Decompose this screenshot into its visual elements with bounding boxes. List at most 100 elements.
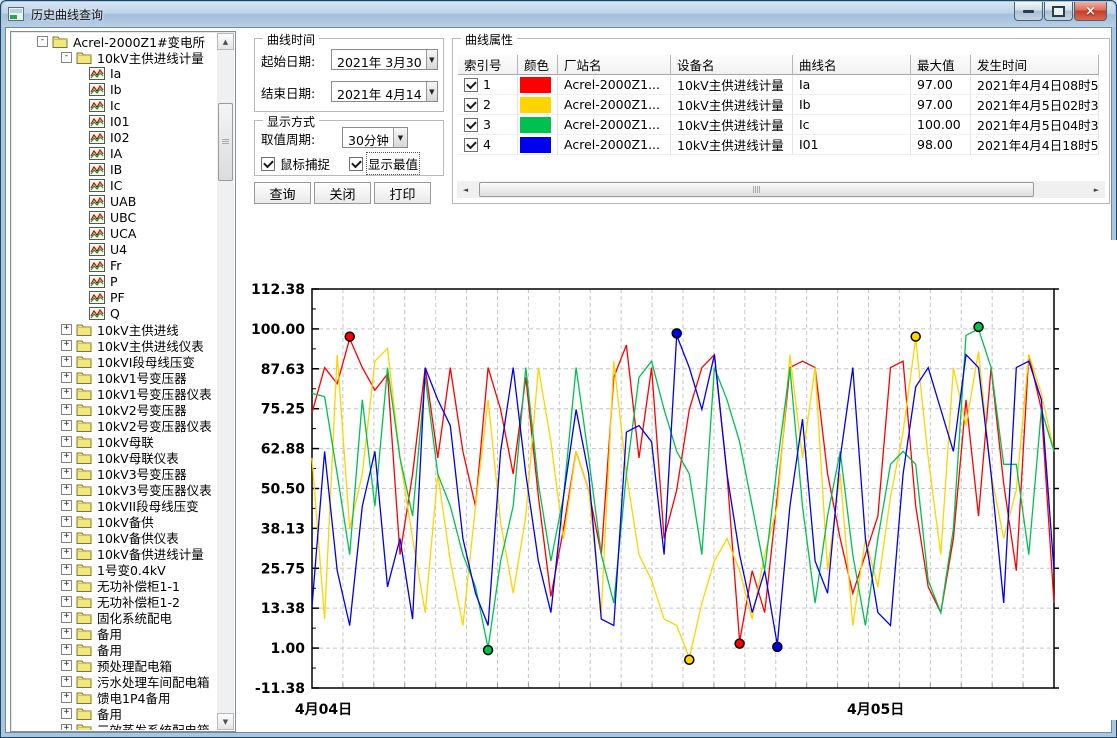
tree-item[interactable]: Fr (12, 257, 217, 273)
expand-icon[interactable]: + (61, 436, 72, 447)
column-header[interactable]: 发生时间 (971, 55, 1099, 75)
minimize-button[interactable] (1014, 2, 1043, 21)
tree-item-label: P (110, 274, 118, 289)
expand-icon[interactable]: + (61, 404, 72, 415)
tree-item[interactable]: I01 (12, 113, 217, 129)
tree-item[interactable]: I02 (12, 129, 217, 145)
min-marker-I01 (773, 642, 782, 651)
expand-icon[interactable]: + (61, 516, 72, 527)
scroll-left-button[interactable]: ◄ (457, 181, 474, 198)
tree-item[interactable]: -10kV主供进线计量 (12, 49, 217, 65)
scroll-right-button[interactable]: ► (1088, 181, 1105, 198)
table-row[interactable]: 1Acrel-2000Z1...10kV主供进线计量Ia97.002021年4月… (458, 75, 1099, 95)
tree-item[interactable]: Ib (12, 81, 217, 97)
end-date-dropdown-button[interactable]: ▼ (426, 82, 437, 101)
tree-item[interactable]: UAB (12, 193, 217, 209)
expand-icon[interactable]: + (61, 532, 72, 543)
tree-item[interactable]: UBC (12, 209, 217, 225)
table-row[interactable]: 3Acrel-2000Z1...10kV主供进线计量Ic100.002021年4… (458, 115, 1099, 135)
expand-icon[interactable]: + (61, 644, 72, 655)
folder-icon (76, 563, 92, 576)
restore-button[interactable] (1044, 2, 1073, 21)
scroll-up-button[interactable]: ▲ (217, 33, 234, 50)
max-value: 97.00 (911, 95, 971, 115)
max-value: 97.00 (911, 75, 971, 95)
titlebar[interactable]: 历史曲线查询 × (2, 2, 1115, 27)
expand-icon[interactable]: + (61, 660, 72, 671)
start-date-select[interactable]: 2021年 3月30 ▼ (331, 49, 438, 70)
print-button[interactable]: 打印 (374, 182, 431, 204)
curve-icon (89, 291, 105, 304)
curve-visible-checkbox[interactable] (464, 118, 478, 132)
expand-icon[interactable]: + (61, 596, 72, 607)
max-marker-I01 (672, 329, 681, 338)
occurrence-time: 2021年4月4日08时51 (971, 75, 1099, 95)
collapse-icon[interactable]: - (37, 36, 48, 47)
query-button[interactable]: 查询 (254, 182, 311, 204)
expand-icon[interactable]: + (61, 340, 72, 351)
curve-visible-checkbox[interactable] (464, 138, 478, 152)
expand-icon[interactable]: + (61, 564, 72, 575)
scroll-down-button[interactable]: ▼ (217, 713, 234, 730)
tree-item-label: UAB (110, 194, 136, 209)
expand-icon[interactable]: + (61, 356, 72, 367)
expand-icon[interactable]: + (61, 692, 72, 703)
tree-item-label: I01 (110, 114, 130, 129)
table-scrollbar-thumb[interactable] (479, 182, 1034, 197)
tree-item[interactable]: Ic (12, 97, 217, 113)
tree-item[interactable]: UCA (12, 225, 217, 241)
curve-icon (89, 243, 105, 256)
curve-table-body: 1Acrel-2000Z1...10kV主供进线计量Ia97.002021年4月… (458, 75, 1099, 155)
column-header[interactable]: 索引号 (458, 55, 518, 75)
column-header[interactable]: 最大值 (911, 55, 971, 75)
tree-item[interactable]: PF (12, 289, 217, 305)
collapse-icon[interactable]: - (61, 52, 72, 63)
curve-visible-checkbox[interactable] (464, 78, 478, 92)
period-dropdown-button[interactable]: ▼ (393, 128, 407, 147)
table-horizontal-scrollbar[interactable]: ◄ ► (457, 181, 1105, 198)
expand-icon[interactable]: + (61, 676, 72, 687)
tree-vertical-scrollbar[interactable]: ▲ ▼ (217, 33, 234, 730)
expand-icon[interactable]: + (61, 580, 72, 591)
chart-canvas[interactable]: 112.38100.0087.6375.2562.8850.5038.1325.… (242, 240, 1117, 720)
period-select[interactable]: 30分钟 ▼ (342, 127, 408, 148)
curve-visible-checkbox[interactable] (464, 98, 478, 112)
mouse-capture-checkbox[interactable] (261, 157, 275, 171)
start-date-dropdown-button[interactable]: ▼ (426, 50, 437, 69)
expand-icon[interactable]: + (61, 468, 72, 479)
tree-item[interactable]: IA (12, 145, 217, 161)
expand-icon[interactable]: + (61, 724, 72, 731)
expand-icon[interactable]: + (61, 612, 72, 623)
device-tree-panel: -Acrel-2000Z1#变电所-10kV主供进线计量IaIbIcI01I02… (10, 31, 236, 732)
expand-icon[interactable]: + (61, 500, 72, 511)
column-header[interactable]: 曲线名 (793, 55, 911, 75)
column-header[interactable]: 颜色 (518, 55, 558, 75)
close-button[interactable]: × (1074, 2, 1107, 21)
device-tree[interactable]: -Acrel-2000Z1#变电所-10kV主供进线计量IaIbIcI01I02… (12, 33, 217, 730)
table-row[interactable]: 2Acrel-2000Z1...10kV主供进线计量Ib97.002021年4月… (458, 95, 1099, 115)
column-header[interactable]: 设备名 (671, 55, 793, 75)
expand-icon[interactable]: + (61, 628, 72, 639)
tree-item[interactable]: P (12, 273, 217, 289)
column-header[interactable]: 厂站名 (558, 55, 671, 75)
table-row[interactable]: 4Acrel-2000Z1...10kV主供进线计量I0198.002021年4… (458, 135, 1099, 155)
tree-item[interactable]: IB (12, 161, 217, 177)
tree-item[interactable]: +三效蒸发系统配电箱 (12, 721, 217, 730)
tree-item[interactable]: IC (12, 177, 217, 193)
expand-icon[interactable]: + (61, 324, 72, 335)
tree-item[interactable]: U4 (12, 241, 217, 257)
folder-icon (76, 691, 92, 704)
end-date-select[interactable]: 2021年 4月14 ▼ (331, 81, 438, 102)
expand-icon[interactable]: + (61, 484, 72, 495)
curve-time-group: 曲线时间 起始日期: 2021年 3月30 ▼ 结束日期: 2021年 4月14… (254, 38, 444, 112)
tree-item[interactable]: Ia (12, 65, 217, 81)
show-extremes-checkbox[interactable] (349, 157, 363, 171)
close-dialog-button[interactable]: 关闭 (314, 182, 371, 204)
tree-scrollbar-thumb[interactable] (218, 103, 233, 181)
expand-icon[interactable]: + (61, 388, 72, 399)
expand-icon[interactable]: + (61, 372, 72, 383)
expand-icon[interactable]: + (61, 708, 72, 719)
expand-icon[interactable]: + (61, 548, 72, 559)
expand-icon[interactable]: + (61, 452, 72, 463)
expand-icon[interactable]: + (61, 420, 72, 431)
